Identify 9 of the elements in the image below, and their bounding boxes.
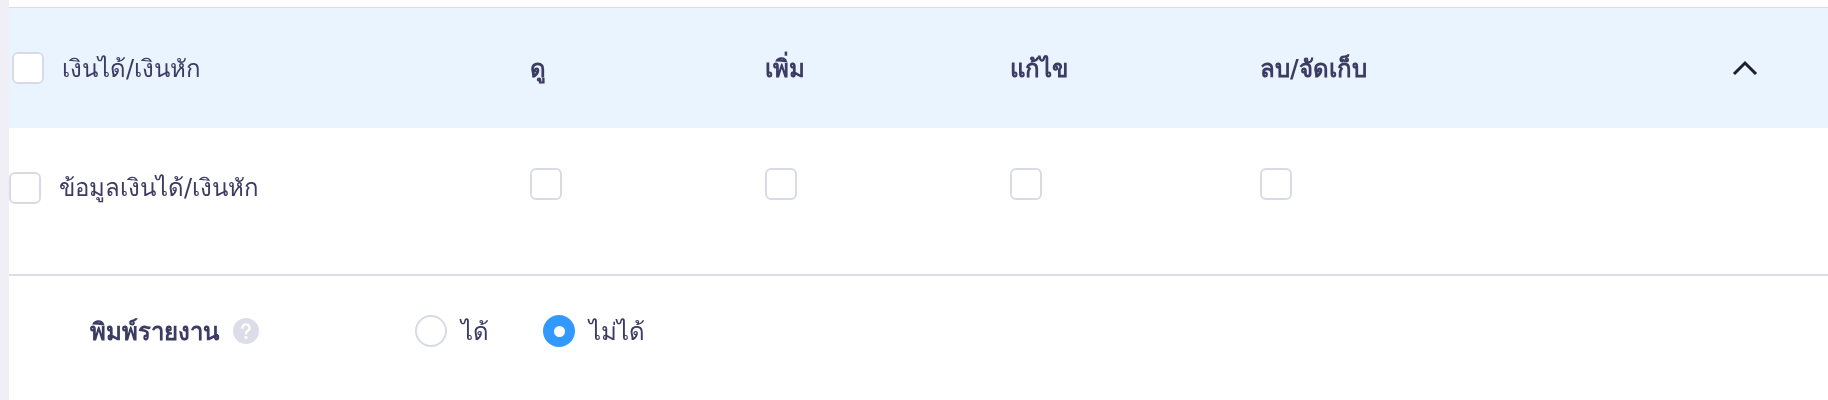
permission-label: ข้อมูลเงินได้/เงินหัก [59,173,260,205]
column-header: ลบ/จัดเก็บ [1260,53,1368,85]
print-report-label: พิมพ์รายงาน [90,316,219,348]
group-label: เงินได้/เงินหัก [62,53,202,85]
radio-option[interactable]: ได้ [415,311,489,351]
column-header: แก้ไข [1010,53,1069,85]
radio-option[interactable]: ไม่ได้ [543,311,645,351]
column-header: เพิ่ม [765,48,1010,88]
column-header: ดู [530,53,547,86]
